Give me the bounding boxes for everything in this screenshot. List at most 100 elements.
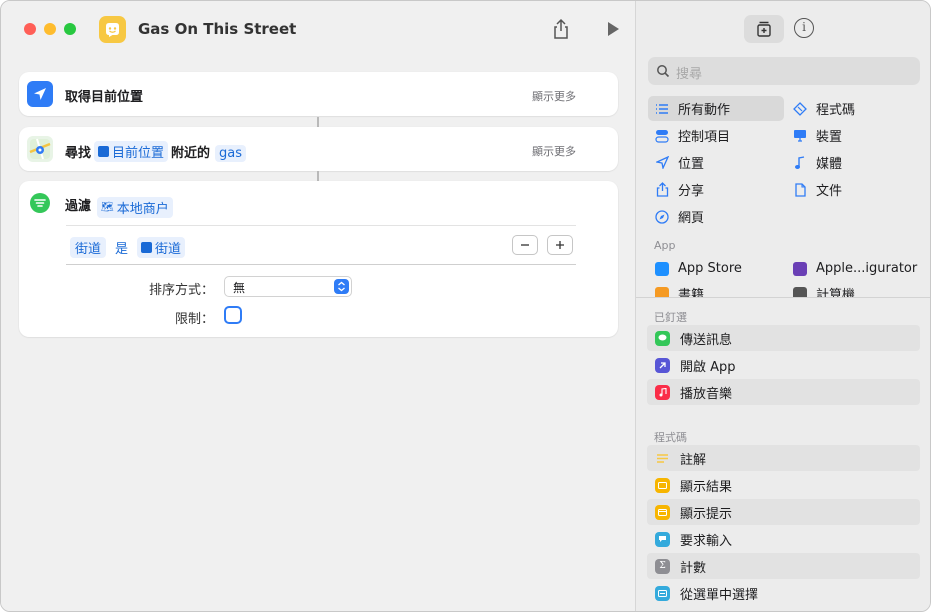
- location-arrow-icon: [27, 81, 53, 107]
- category-sharing[interactable]: 分享: [648, 177, 704, 202]
- action-connector: [317, 171, 319, 181]
- list-icon: [654, 101, 670, 117]
- category-device[interactable]: 裝置: [786, 123, 842, 148]
- filter-field[interactable]: 街道: [70, 237, 107, 258]
- filter-condition-row: 街道 是 街道: [66, 225, 576, 265]
- pinned-open-app[interactable]: 開啟 App: [647, 352, 920, 378]
- category-controls[interactable]: 控制項目: [648, 123, 730, 148]
- document-icon: [792, 182, 808, 198]
- action-label: 顯示結果: [680, 479, 733, 495]
- pinned-send-message[interactable]: 傳送訊息: [647, 325, 920, 351]
- action-filter[interactable]: 過濾 🗺 本地商户 街道 是 街道 排序方式： 無 限制：: [19, 181, 618, 337]
- action-label: 顯示提示: [680, 506, 733, 522]
- action-label: 計數: [680, 560, 707, 576]
- app-label: 書籍: [678, 288, 705, 297]
- filter-condition: 街道 是 街道: [70, 237, 186, 258]
- category-documents[interactable]: 文件: [786, 177, 842, 202]
- shortcut-title[interactable]: Gas On This Street: [138, 20, 296, 38]
- add-condition-button[interactable]: [547, 235, 573, 255]
- info-icon[interactable]: i: [794, 18, 814, 38]
- app-books[interactable]: 書籍: [648, 281, 704, 297]
- category-label: 控制項目: [678, 130, 731, 145]
- action-sentence: 尋找 目前位置 附近的 gas: [65, 141, 249, 162]
- category-scripting[interactable]: 程式碼: [786, 96, 855, 121]
- scripting-header: 程式碼: [654, 431, 687, 444]
- action-library-tab[interactable]: [744, 15, 784, 43]
- action-show-alert[interactable]: 顯示提示: [647, 499, 920, 525]
- action-show-result[interactable]: 顯示結果: [647, 472, 920, 498]
- filter-value-label: 街道: [155, 242, 182, 257]
- app-app-store[interactable]: App Store: [648, 256, 742, 281]
- location-token-icon: [141, 242, 153, 253]
- category-label: 所有動作: [678, 103, 731, 118]
- run-shortcut-icon[interactable]: [605, 21, 621, 37]
- minimize-window-button[interactable]: [44, 23, 56, 35]
- maps-icon: [27, 136, 53, 162]
- category-label: 分享: [678, 184, 705, 199]
- category-all-actions[interactable]: 所有動作: [648, 96, 784, 121]
- shortcut-editor: Gas On This Street 取得目前位置 顯示更多 尋找 目前位置 附近的…: [1, 1, 635, 611]
- pinned-header: 已釘選: [654, 311, 687, 324]
- action-label: 傳送訊息: [680, 332, 733, 348]
- location-icon: [654, 155, 670, 171]
- messages-icon: [655, 330, 670, 346]
- show-more-link[interactable]: 顯示更多: [532, 88, 576, 104]
- category-label: 裝置: [816, 130, 843, 145]
- action-choose-from-menu[interactable]: 從選單中選擇: [647, 580, 920, 606]
- scripting-icon: [792, 101, 808, 117]
- search-field[interactable]: 搜尋: [648, 57, 920, 85]
- action-ask-for-input[interactable]: 要求輸入: [647, 526, 920, 552]
- zoom-window-button[interactable]: [64, 23, 76, 35]
- action-find-nearby[interactable]: 尋找 目前位置 附近的 gas 顯示更多: [19, 127, 618, 171]
- limit-checkbox[interactable]: [224, 306, 242, 324]
- display-icon: [792, 128, 808, 144]
- toggle-icon: [654, 128, 670, 144]
- maps-mini-icon: 🗺: [101, 202, 114, 213]
- library-divider[interactable]: [636, 297, 930, 298]
- pinned-play-music[interactable]: 播放音樂: [647, 379, 920, 405]
- category-label: 網頁: [678, 211, 705, 226]
- action-comment[interactable]: 註解: [647, 445, 920, 471]
- menu-icon: [655, 585, 670, 601]
- shortcut-icon[interactable]: [99, 16, 126, 43]
- close-window-button[interactable]: [24, 23, 36, 35]
- category-label: 位置: [678, 157, 705, 172]
- find-verb: 尋找: [65, 146, 92, 161]
- app-calculator[interactable]: 計算機: [786, 281, 855, 297]
- app-row-clipped: 書籍 計算機: [636, 281, 930, 297]
- category-label: 媒體: [816, 157, 843, 172]
- ask-input-icon: [655, 531, 670, 547]
- search-placeholder: 搜尋: [676, 67, 703, 82]
- location-token-label: 目前位置: [112, 146, 165, 161]
- query-token[interactable]: gas: [215, 145, 247, 162]
- share-icon[interactable]: [551, 18, 571, 40]
- books-icon: [654, 286, 670, 297]
- local-business-token[interactable]: 🗺 本地商户: [97, 197, 173, 218]
- category-location[interactable]: 位置: [648, 150, 704, 175]
- sort-by-value: 無: [233, 281, 246, 295]
- filter-value-token[interactable]: 街道: [137, 237, 186, 258]
- show-more-link[interactable]: 顯示更多: [532, 143, 576, 159]
- chevron-updown-icon: [334, 279, 349, 294]
- action-connector: [317, 117, 319, 127]
- nearby-text: 附近的: [171, 146, 211, 161]
- category-media[interactable]: 媒體: [786, 150, 842, 175]
- sort-by-select[interactable]: 無: [224, 276, 352, 297]
- share-icon: [654, 182, 670, 198]
- app-apple-configurator[interactable]: Apple...igurator: [786, 256, 917, 281]
- app-label: Apple...igurator: [816, 261, 918, 276]
- action-count[interactable]: Σ 計數: [647, 553, 920, 579]
- app-store-icon: [654, 261, 670, 277]
- action-library: i 搜尋 所有動作 控制項目 位置 分享 網頁 程式碼 裝置 媒體 文件 App…: [635, 1, 930, 611]
- location-token[interactable]: 目前位置: [94, 141, 169, 162]
- action-get-current-location[interactable]: 取得目前位置 顯示更多: [19, 72, 618, 116]
- category-web[interactable]: 網頁: [648, 204, 704, 229]
- local-business-token-label: 本地商户: [116, 202, 169, 217]
- remove-condition-button[interactable]: [512, 235, 538, 255]
- filter-operator[interactable]: 是: [115, 238, 128, 257]
- app-label: App Store: [678, 261, 742, 276]
- open-app-icon: [655, 357, 670, 373]
- app-section-header: App: [654, 239, 676, 252]
- action-label: 播放音樂: [680, 386, 733, 402]
- sort-by-label: 排序方式：: [148, 283, 214, 298]
